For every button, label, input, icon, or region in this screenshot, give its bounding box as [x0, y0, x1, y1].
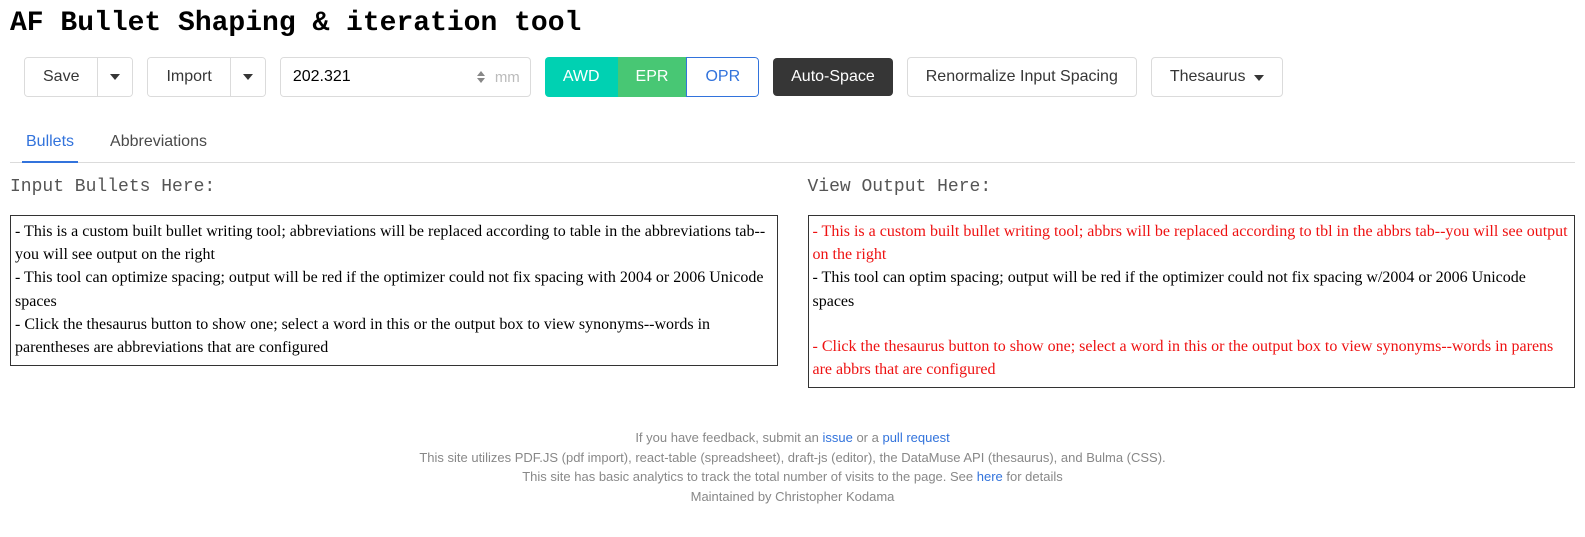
panels: Input Bullets Here: - This is a custom b… [10, 177, 1575, 388]
analytics-link[interactable]: here [977, 469, 1003, 484]
width-input[interactable] [281, 58, 471, 96]
thesaurus-button[interactable]: Thesaurus [1151, 57, 1283, 97]
output-label: View Output Here: [808, 177, 1576, 197]
input-panel: Input Bullets Here: - This is a custom b… [10, 177, 778, 388]
seg-epr-button[interactable]: EPR [618, 57, 687, 97]
seg-awd-button[interactable]: AWD [545, 57, 618, 97]
output-line [813, 313, 1571, 335]
form-type-segment: AWD EPR OPR [545, 57, 759, 97]
renormalize-button[interactable]: Renormalize Input Spacing [907, 57, 1137, 97]
footer-text: Maintained by Christopher Kodama [10, 487, 1575, 507]
save-button[interactable]: Save [25, 58, 97, 96]
footer-text: for details [1003, 469, 1063, 484]
save-group: Save [24, 57, 133, 97]
save-dropdown-button[interactable] [97, 58, 132, 96]
output-editor[interactable]: - This is a custom built bullet writing … [808, 215, 1576, 388]
tab-bullets[interactable]: Bullets [22, 125, 78, 163]
autospace-button[interactable]: Auto-Space [773, 58, 893, 96]
thesaurus-label: Thesaurus [1170, 68, 1246, 85]
pull-request-link[interactable]: pull request [882, 430, 949, 445]
input-label: Input Bullets Here: [10, 177, 778, 197]
seg-opr-button[interactable]: OPR [686, 57, 759, 97]
width-input-group: mm [280, 57, 531, 97]
number-spinner [477, 71, 485, 83]
chevron-down-icon [243, 74, 253, 80]
input-editor[interactable]: - This is a custom built bullet writing … [10, 215, 778, 366]
tabs: Bullets Abbreviations [10, 125, 1575, 163]
import-dropdown-button[interactable] [230, 58, 265, 96]
output-line: - This tool can optim spacing; output wi… [813, 266, 1571, 312]
import-group: Import [147, 57, 265, 97]
import-button[interactable]: Import [148, 58, 229, 96]
width-unit-label: mm [485, 69, 530, 86]
footer-text: This site has basic analytics to track t… [522, 469, 977, 484]
toolbar: Save Import mm AWD EPR OPR Auto-Space Re… [24, 57, 1575, 97]
spinner-up-icon[interactable] [477, 71, 485, 76]
footer-text: This site utilizes PDF.JS (pdf import), … [10, 448, 1575, 468]
tab-abbreviations[interactable]: Abbreviations [106, 125, 211, 163]
page-title: AF Bullet Shaping & iteration tool [10, 8, 1575, 39]
chevron-down-icon [1254, 75, 1264, 81]
issue-link[interactable]: issue [822, 430, 852, 445]
output-line: - This is a custom built bullet writing … [813, 220, 1571, 266]
footer: If you have feedback, submit an issue or… [10, 428, 1575, 506]
output-panel: View Output Here: - This is a custom bui… [808, 177, 1576, 388]
spinner-down-icon[interactable] [477, 78, 485, 83]
output-line: - Click the thesaurus button to show one… [813, 335, 1571, 381]
footer-text: or a [853, 430, 883, 445]
footer-text: If you have feedback, submit an [635, 430, 822, 445]
chevron-down-icon [110, 74, 120, 80]
